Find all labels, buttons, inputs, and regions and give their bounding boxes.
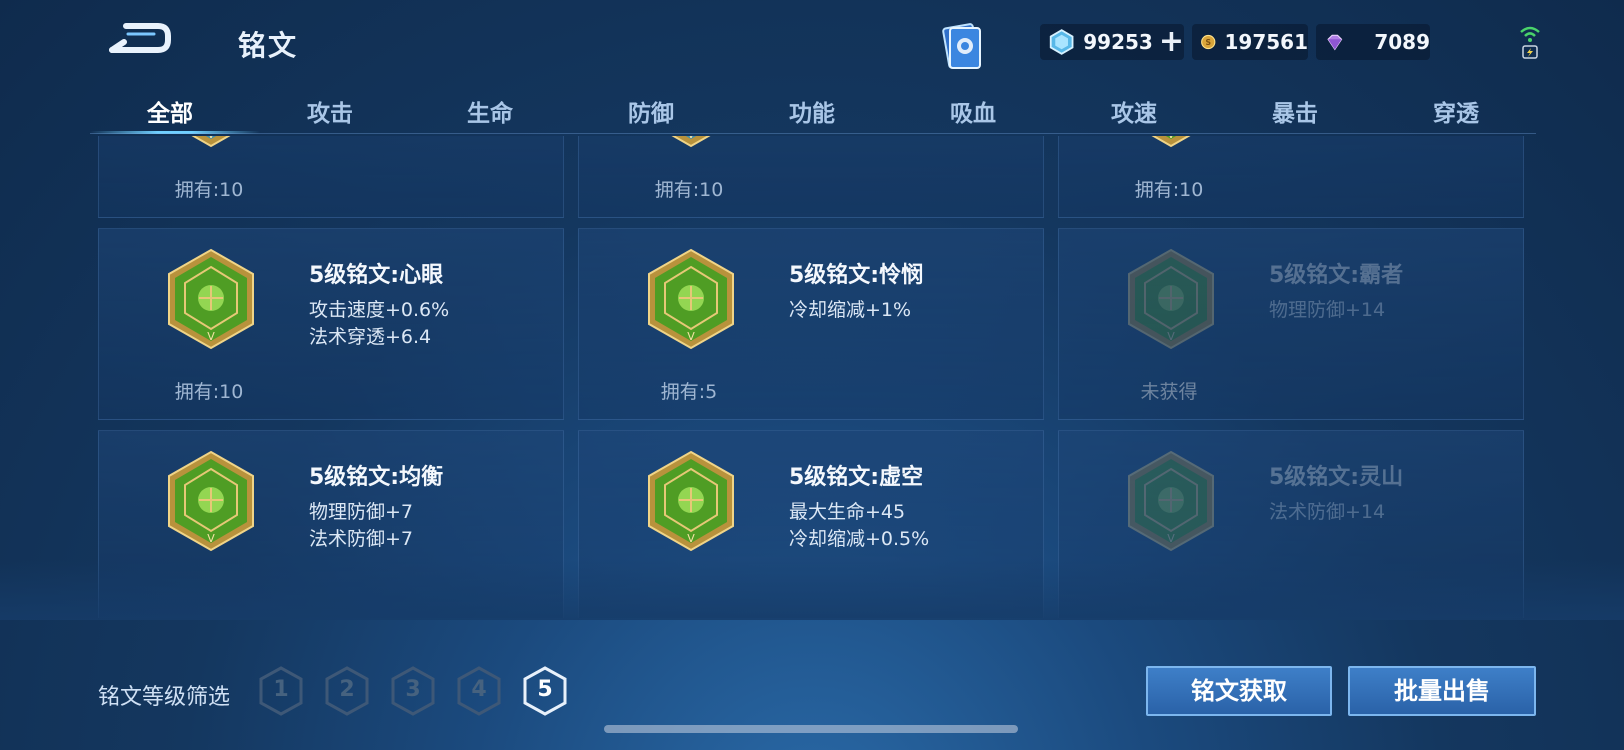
gold-value: 197561 [1224,30,1309,54]
inscription-card[interactable]: V 5级铭文:心眼 攻击速度+0.6% 法术穿透+6.4 拥有:10 [98,228,564,420]
crystal-value: 7089 [1374,30,1430,54]
inscription-card[interactable]: V最大生命+40每5秒回血+5移速+0.5%拥有:10 [98,136,564,218]
inscription-emblem-icon: V [1128,450,1214,552]
inscription-card[interactable]: V 5级铭文:灵山 法术防御+14 [1058,430,1524,618]
inscription-name: 5级铭文:虚空 [789,465,924,490]
level-filter-4[interactable]: 4 [456,666,502,716]
inscription-card[interactable]: V物理攻击+0.9物理穿透+6.4拥有:10 [1058,136,1524,218]
back-arrow-icon [109,23,171,53]
inscription-emblem-icon: V [1128,248,1214,350]
tab-health[interactable]: 生命 [440,94,540,128]
diamond-coupon-icon [1049,29,1074,55]
inscription-card[interactable]: V 5级铭文:均衡 物理防御+7 法术防御+7 [98,430,564,618]
currency-diamond: 99253 + [1040,24,1184,60]
svg-text:V: V [687,136,695,141]
tab-defense[interactable]: 防御 [601,94,701,128]
owned-count: 拥有:10 [174,381,244,403]
level-filter-3[interactable]: 3 [390,666,436,716]
inscription-grid-scroll[interactable]: V最大生命+40每5秒回血+5移速+0.5%拥有:10V物理攻击+1.6移速+1… [98,136,1528,618]
level-filter-label: 2 [339,677,355,702]
inscription-emblem-icon: V [648,450,734,552]
level-filter-5[interactable]: 5 [522,666,568,716]
inscription-attribute: 攻击速度+0.6% [309,299,450,321]
gold-coin-icon: S [1201,34,1216,50]
owned-count: 拥有:10 [174,179,244,201]
owned-count: 拥有:10 [1134,179,1204,201]
inscription-name: 5级铭文:怜悯 [789,263,924,288]
inscription-emblem-icon: V [1151,136,1191,148]
svg-text:V: V [207,532,215,545]
level-filter-2[interactable]: 2 [324,666,370,716]
inscription-emblem-icon: V [671,136,711,148]
svg-text:V: V [1167,532,1175,545]
inscription-card[interactable]: V 5级铭文:怜悯 冷却缩减+1% 拥有:5 [578,228,1044,420]
diamond-value: 99253 [1083,30,1153,54]
inscription-name: 5级铭文:心眼 [309,263,444,288]
svg-text:V: V [207,136,215,141]
inscription-emblem-icon: V [191,136,231,148]
level-filter-label: 铭文等级筛选 [98,685,231,710]
currency-crystal: 7089 [1316,24,1430,60]
tab-penetration[interactable]: 穿透 [1406,94,1506,128]
tab-attack-speed[interactable]: 攻速 [1084,94,1184,128]
tabs-divider [90,133,1536,134]
inscription-card[interactable]: V物理攻击+1.6移速+1%拥有:10 [578,136,1044,218]
inscription-attribute: 物理防御+7 [309,501,414,523]
back-button[interactable] [104,20,174,60]
inscription-attribute: 法术防御+14 [1269,501,1386,523]
inscription-attribute: 冷却缩减+0.5% [789,528,930,550]
svg-text:V: V [207,330,215,343]
home-indicator[interactable] [604,725,1018,733]
tab-function[interactable]: 功能 [762,94,862,128]
level-filter-label: 5 [537,677,553,702]
purple-crystal-icon [1327,34,1343,51]
add-currency-button[interactable]: + [1159,27,1184,57]
inscription-attribute: 最大生命+45 [789,501,906,523]
owned-count: 拥有:10 [654,179,724,201]
svg-text:V: V [687,532,695,545]
inscription-name: 5级铭文:霸者 [1269,263,1404,288]
wifi-icon [1520,26,1540,59]
inscription-attribute: 物理防御+14 [1269,299,1386,321]
tab-lifesteal[interactable]: 吸血 [923,94,1023,128]
owned-count: 拥有:5 [660,381,718,403]
inscription-book-icon[interactable] [936,18,990,72]
level-filter-label: 1 [273,677,289,702]
svg-text:V: V [1167,330,1175,343]
tab-critical[interactable]: 暴击 [1245,94,1345,128]
inscription-name: 5级铭文:均衡 [309,465,444,490]
svg-text:V: V [687,330,695,343]
category-tabs: 全部 攻击 生命 防御 功能 吸血 攻速 暴击 穿透 [90,88,1536,134]
owned-count: 未获得 [1140,381,1198,403]
svg-text:S: S [1205,38,1211,47]
inscription-emblem-icon: V [168,450,254,552]
obtain-inscription-button[interactable]: 铭文获取 [1146,666,1332,716]
inscription-attribute: 法术穿透+6.4 [309,326,432,348]
level-filter-label: 3 [405,677,421,702]
page-title: 铭文 [238,29,299,62]
inscription-emblem-icon: V [168,248,254,350]
currency-gold: S 197561 [1192,24,1308,60]
tab-all[interactable]: 全部 [120,94,220,128]
top-bar: 铭文 99253 + S 197561 7089 [0,0,1624,86]
inscription-card[interactable]: V 5级铭文:虚空 最大生命+45 冷却缩减+0.5% [578,430,1044,618]
svg-text:V: V [1167,136,1175,141]
inscription-card[interactable]: V 5级铭文:霸者 物理防御+14 未获得 [1058,228,1524,420]
level-filter-label: 4 [471,677,487,702]
level-filter-1[interactable]: 1 [258,666,304,716]
inscription-emblem-icon: V [648,248,734,350]
tab-attack[interactable]: 攻击 [280,94,380,128]
status-indicator [1518,22,1542,62]
inscription-attribute: 法术防御+7 [309,528,414,550]
bulk-sell-button[interactable]: 批量出售 [1348,666,1536,716]
inscription-name: 5级铭文:灵山 [1269,465,1404,490]
inscription-attribute: 冷却缩减+1% [789,299,912,321]
